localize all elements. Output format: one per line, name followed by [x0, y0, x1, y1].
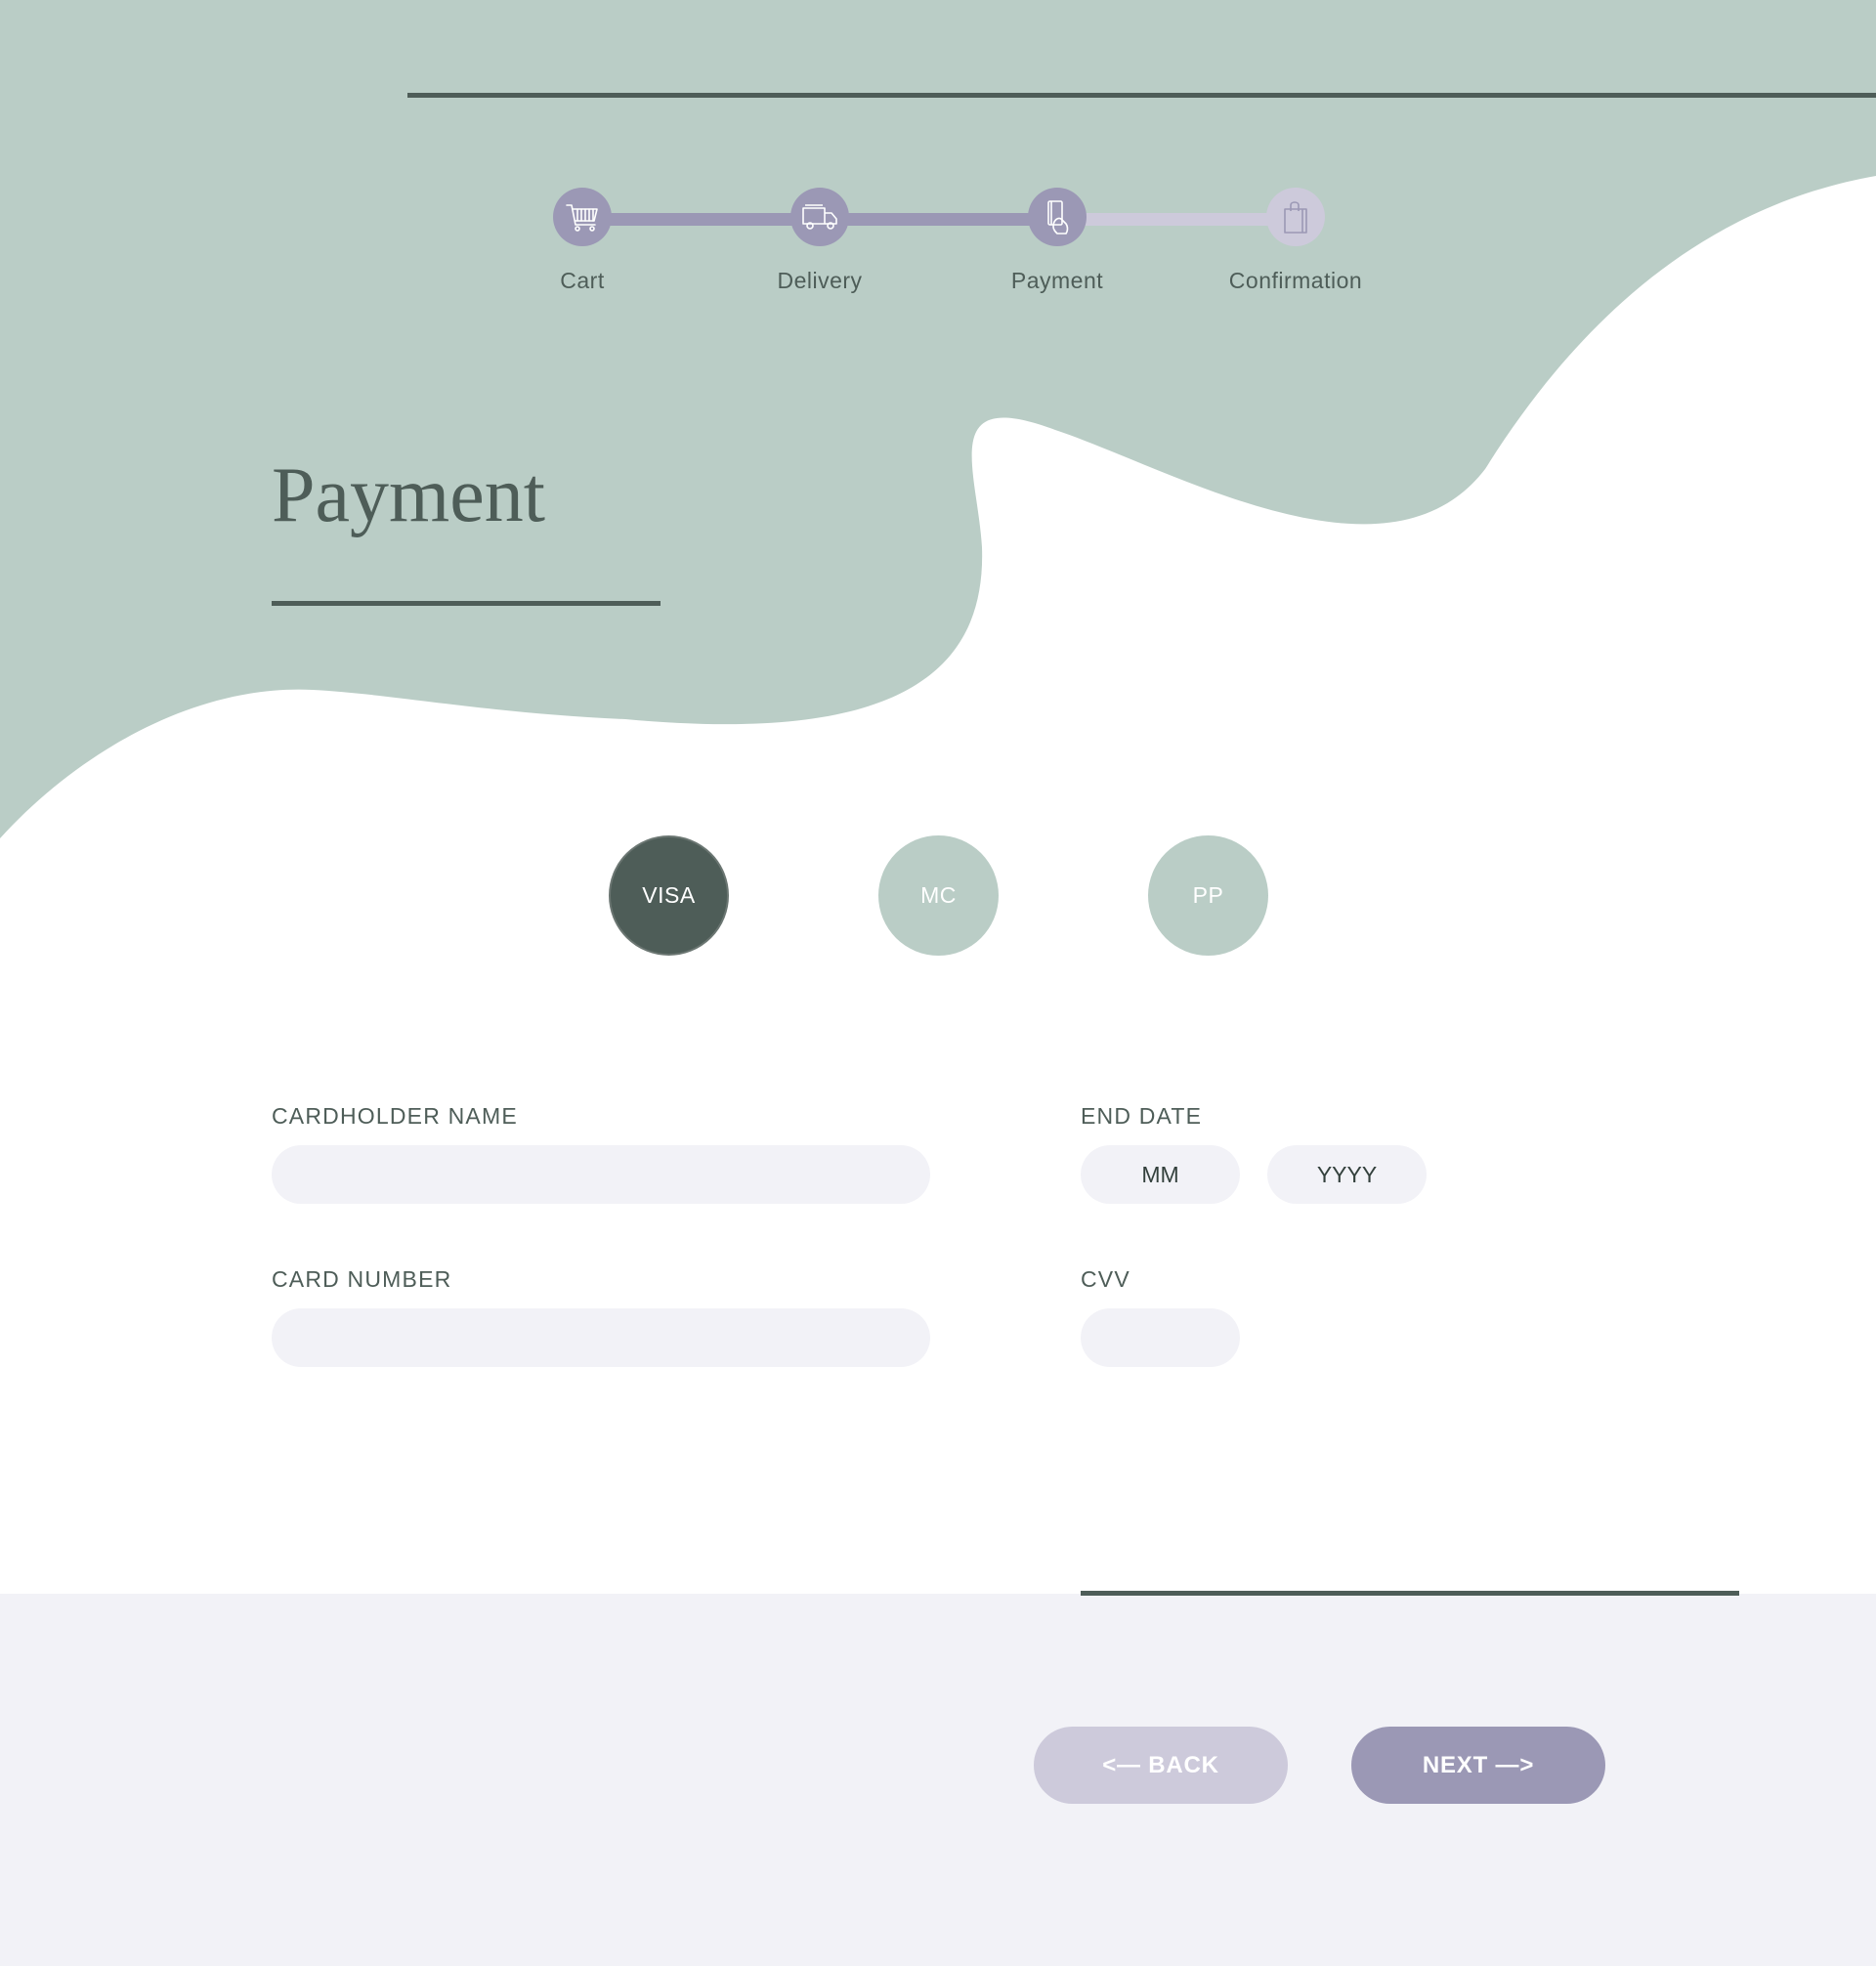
card-number-label: CARD NUMBER	[272, 1266, 452, 1292]
cart-icon	[566, 204, 598, 232]
expiry-month-input[interactable]	[1081, 1145, 1240, 1204]
checkout-progress: Cart Delivery Payment Confirmation	[0, 0, 1876, 322]
next-button[interactable]: NEXT —>	[1351, 1727, 1605, 1804]
step-cart-label: Cart	[560, 268, 605, 293]
step-confirmation-circle	[1266, 188, 1325, 246]
step-cart[interactable]: Cart	[465, 188, 700, 294]
payment-method-paypal[interactable]: PP	[1148, 835, 1268, 956]
card-number-input[interactable]	[272, 1308, 930, 1367]
payment-method-mastercard[interactable]: MC	[878, 835, 999, 956]
card-in-hand-icon	[1047, 200, 1069, 235]
page-title: Payment	[272, 452, 545, 538]
step-cart-circle	[553, 188, 612, 246]
step-delivery-circle	[790, 188, 849, 246]
shopping-bag-icon	[1284, 201, 1307, 234]
step-confirmation[interactable]: Confirmation	[1178, 188, 1413, 294]
cvv-label: CVV	[1081, 1266, 1130, 1292]
cardholder-name-label: CARDHOLDER NAME	[272, 1103, 518, 1129]
step-delivery-label: Delivery	[777, 268, 863, 293]
expiry-year-input[interactable]	[1267, 1145, 1427, 1204]
truck-icon	[802, 204, 837, 230]
cardholder-name-input[interactable]	[272, 1145, 930, 1204]
back-button[interactable]: <— BACK	[1034, 1727, 1288, 1804]
payment-method-paypal-label: PP	[1192, 882, 1224, 908]
step-delivery[interactable]: Delivery	[703, 188, 937, 294]
payment-method-mastercard-label: MC	[920, 882, 957, 908]
step-confirmation-label: Confirmation	[1228, 268, 1363, 293]
step-payment-circle	[1028, 188, 1087, 246]
footer-divider	[1081, 1591, 1739, 1596]
step-payment[interactable]: Payment	[940, 188, 1174, 294]
payment-method-visa-label: VISA	[642, 882, 696, 908]
payment-method-selector: VISA MC PP	[0, 835, 1876, 957]
cvv-input[interactable]	[1081, 1308, 1240, 1367]
end-date-label: END DATE	[1081, 1103, 1203, 1129]
step-payment-label: Payment	[1010, 268, 1104, 293]
payment-method-visa[interactable]: VISA	[609, 835, 729, 956]
title-underline	[272, 601, 661, 606]
